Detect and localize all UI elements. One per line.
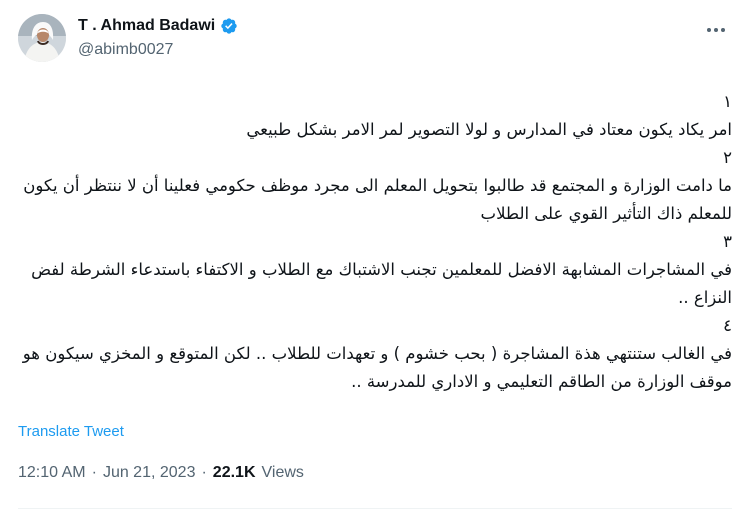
tweet-card: T . Ahmad Badawi @abimb0027 ١ امر يكاد ي… — [0, 0, 750, 515]
tweet-paragraph: ١ — [723, 92, 732, 111]
author-name-row: T . Ahmad Badawi — [78, 17, 238, 35]
divider — [18, 508, 732, 509]
tweet-metadata: 12:10 AM · Jun 21, 2023 · 22.1K Views — [18, 464, 304, 482]
avatar-image — [18, 14, 66, 62]
author-handle[interactable]: @abimb0027 — [78, 41, 173, 59]
views-label: Views — [261, 464, 304, 481]
tweet-time[interactable]: 12:10 AM — [18, 464, 86, 482]
meta-separator: · — [91, 464, 97, 481]
views-count[interactable]: 22.1K — [213, 464, 256, 482]
more-options-icon[interactable] — [704, 18, 728, 42]
tweet-paragraph: ٢ — [723, 148, 732, 167]
tweet-paragraph: ٤ — [723, 316, 732, 335]
tweet-paragraph: امر يكاد يكون معتاد في المدارس و لولا ال… — [246, 120, 732, 139]
avatar[interactable] — [18, 14, 66, 62]
tweet-paragraph: في المشاجرات المشابهة الافضل للمعلمين تج… — [31, 260, 732, 307]
tweet-paragraph: ما دامت الوزارة و المجتمع قد طالبوا بتحو… — [23, 176, 732, 223]
tweet-text: ١ امر يكاد يكون معتاد في المدارس و لولا … — [18, 88, 732, 396]
translate-tweet-link[interactable]: Translate Tweet — [18, 423, 124, 440]
tweet-paragraph: في الغالب ستنتهي هذة المشاجرة ( بحب خشوم… — [22, 344, 732, 391]
verified-badge-icon[interactable] — [220, 17, 238, 35]
author-display-name[interactable]: T . Ahmad Badawi — [78, 17, 215, 35]
tweet-paragraph: ٣ — [723, 232, 732, 251]
meta-separator: · — [201, 464, 207, 481]
tweet-date[interactable]: Jun 21, 2023 — [103, 464, 196, 482]
